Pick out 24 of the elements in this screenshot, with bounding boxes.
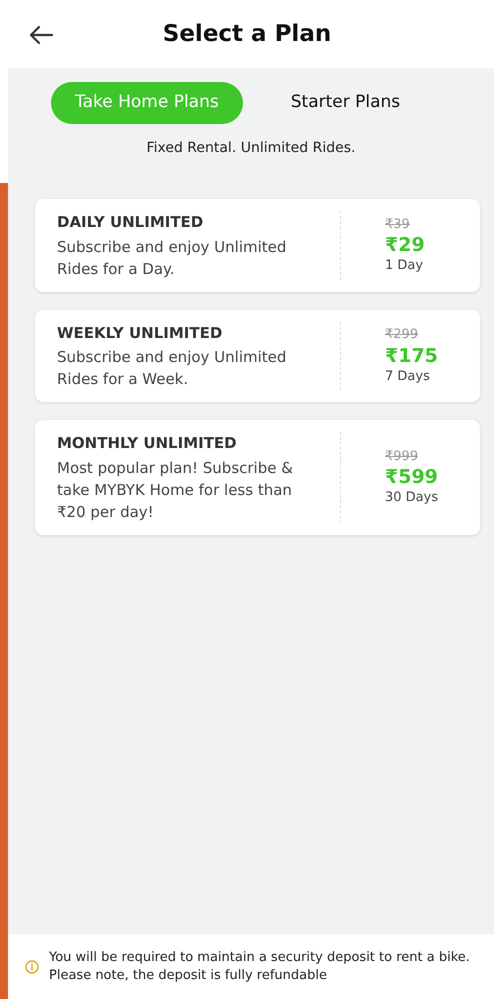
- plan-card[interactable]: WEEKLY UNLIMITED Subscribe and enjoy Unlimited Rides for a Week. ₹299 ₹175 7 Days: [35, 310, 480, 402]
- plan-duration: 30 Days: [385, 489, 440, 508]
- deposit-notice: You will be required to maintain a security deposit to rent a bike. Please note, the deposit is fully refundable: [49, 948, 471, 984]
- original-price: ₹299: [385, 326, 420, 344]
- original-price: ₹999: [385, 448, 420, 466]
- plan-description: Subscribe and enjoy Unlimited Rides for a Week.: [57, 347, 288, 390]
- plan-price: ₹29: [385, 234, 426, 256]
- plan-duration: 7 Days: [385, 368, 431, 386]
- plan-tab[interactable]: Starter Plans: [282, 82, 408, 124]
- plan-name: DAILY UNLIMITED: [57, 212, 204, 233]
- original-price: ₹39: [385, 216, 411, 234]
- plan-price: ₹175: [385, 344, 439, 367]
- subtitle: Fixed Rental. Unlimited Rides.: [146, 139, 356, 158]
- plan-card[interactable]: DAILY UNLIMITED Subscribe and enjoy Unlimited Rides for a Day. ₹39 ₹29 1 Day: [35, 199, 480, 292]
- plan-name: WEEKLY UNLIMITED: [57, 322, 224, 344]
- plan-price: ₹599: [385, 466, 439, 488]
- page-title: Select a Plan: [162, 20, 332, 49]
- plan-description: Subscribe and enjoy Unlimited Rides for a Day.: [57, 236, 288, 280]
- back-icon[interactable]: [28, 24, 54, 46]
- plan-name: MONTHLY UNLIMITED: [57, 433, 238, 454]
- plan-description: Most popular plan! Subscribe & take MYBYK Home for less than ₹20 per day!: [57, 458, 294, 522]
- plan-card[interactable]: MONTHLY UNLIMITED Most popular plan! Subscribe & take MYBYK Home for less than ₹20 per day! ₹999 ₹599 30 Days: [35, 420, 480, 534]
- plan-duration: 1 Day: [385, 257, 424, 276]
- info-icon: [25, 960, 39, 974]
